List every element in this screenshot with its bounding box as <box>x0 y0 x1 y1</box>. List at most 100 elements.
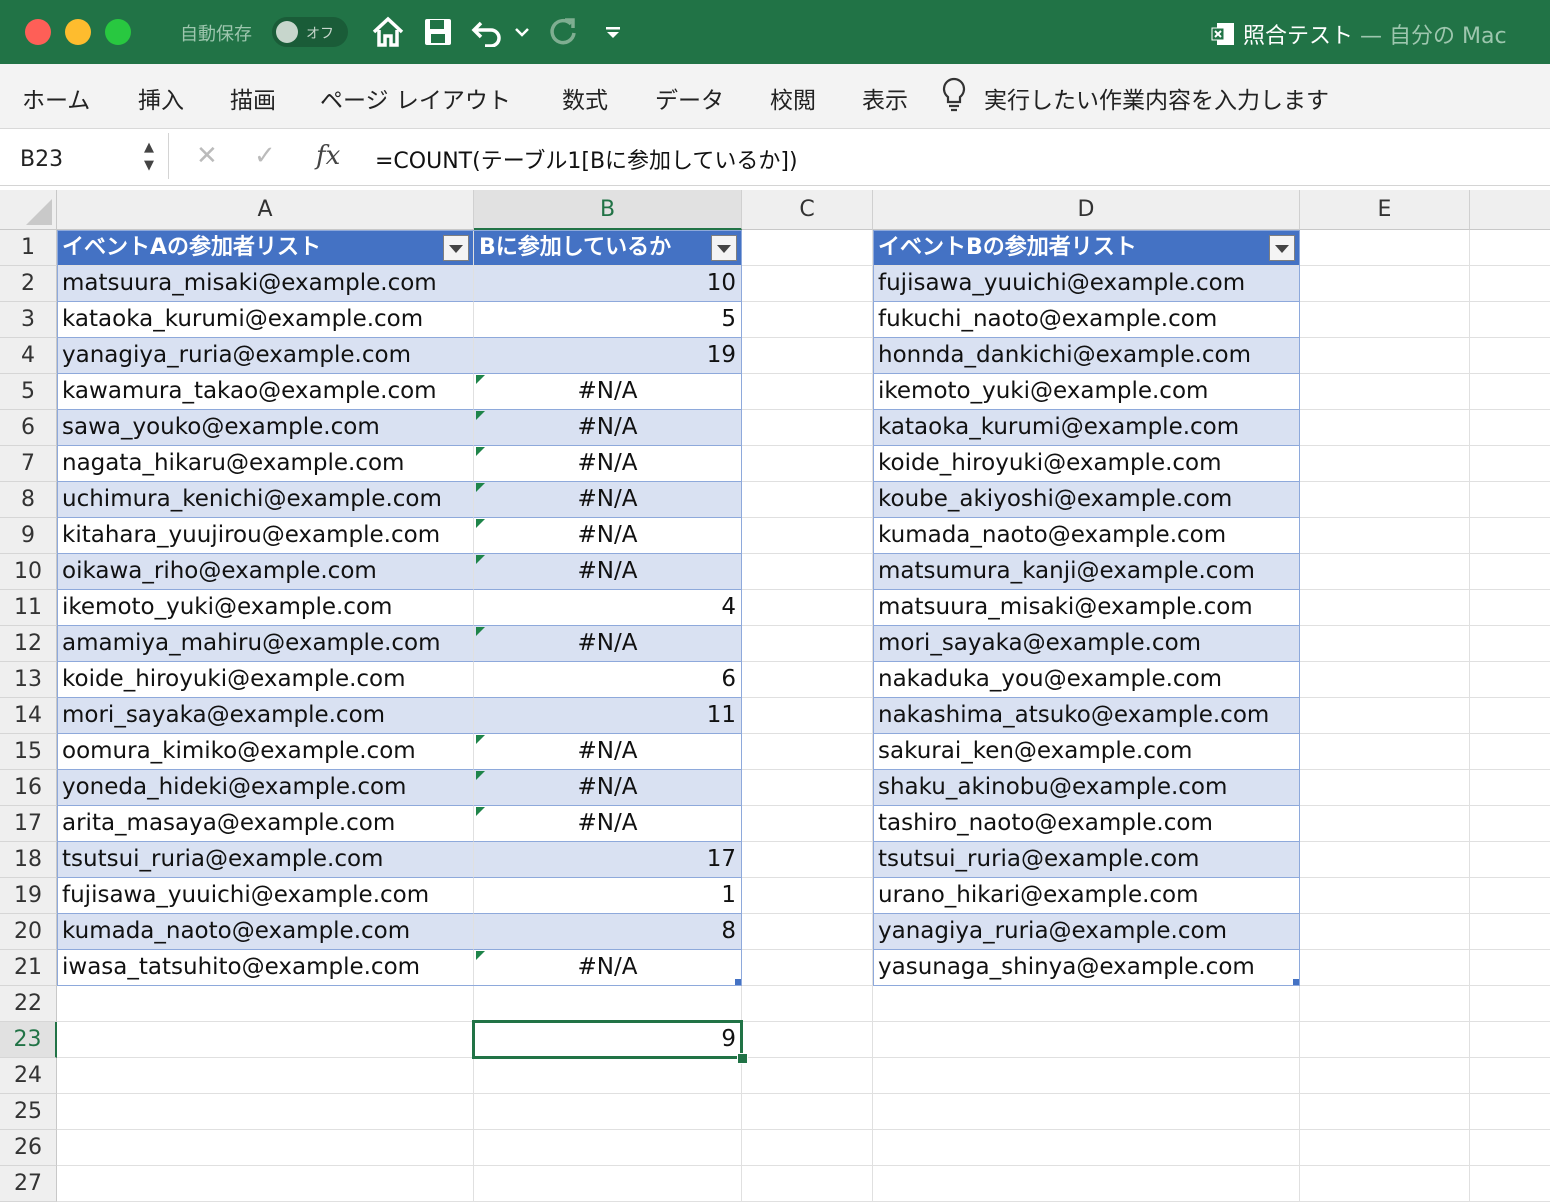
cell-e18[interactable] <box>1300 842 1470 878</box>
cell-e16[interactable] <box>1300 770 1470 806</box>
row-header-20[interactable]: 20 <box>0 914 57 950</box>
close-window-button[interactable] <box>25 19 51 45</box>
cell-e23[interactable] <box>1300 1022 1470 1058</box>
table-row-email[interactable]: koide_hiroyuki@example.com <box>873 446 1300 482</box>
table-row-email[interactable]: oomura_kimiko@example.com <box>57 734 474 770</box>
formula-input[interactable]: =COUNT(テーブル1[Bに参加しているか]) <box>375 143 798 175</box>
tab-draw[interactable]: 描画 <box>230 81 276 115</box>
table-row-email[interactable]: nagata_hikaru@example.com <box>57 446 474 482</box>
table-row-result[interactable]: #N/A <box>474 518 742 554</box>
table-row-result[interactable]: #N/A <box>474 482 742 518</box>
cell-e21[interactable] <box>1300 950 1470 986</box>
cell-e3[interactable] <box>1300 302 1470 338</box>
row-header-4[interactable]: 4 <box>0 338 57 374</box>
table-row-result[interactable]: #N/A <box>474 734 742 770</box>
name-box-stepper-icon[interactable]: ▲ ▼ <box>144 139 154 175</box>
table2-header[interactable]: イベントBの参加者リスト <box>873 230 1300 266</box>
cell-a24[interactable] <box>57 1058 474 1094</box>
table-row-result[interactable]: 19 <box>474 338 742 374</box>
cell-e14[interactable] <box>1300 698 1470 734</box>
row-header-25[interactable]: 25 <box>0 1094 57 1130</box>
table-row-email[interactable]: nakashima_atsuko@example.com <box>873 698 1300 734</box>
cell-c18[interactable] <box>742 842 873 878</box>
table-row-email[interactable]: matsuura_misaki@example.com <box>873 590 1300 626</box>
row-header-1[interactable]: 1 <box>0 230 57 266</box>
table-row-email[interactable]: sakurai_ken@example.com <box>873 734 1300 770</box>
undo-icon[interactable] <box>470 14 506 50</box>
cell-e25[interactable] <box>1300 1094 1470 1130</box>
cell-e9[interactable] <box>1300 518 1470 554</box>
table-row-email[interactable]: fujisawa_yuuichi@example.com <box>873 266 1300 302</box>
row-header-17[interactable]: 17 <box>0 806 57 842</box>
cell-b27[interactable] <box>474 1166 742 1202</box>
table-row-email[interactable]: kitahara_yuujirou@example.com <box>57 518 474 554</box>
cell-c10[interactable] <box>742 554 873 590</box>
cell-e17[interactable] <box>1300 806 1470 842</box>
cell-e15[interactable] <box>1300 734 1470 770</box>
cell-d23[interactable] <box>873 1022 1300 1058</box>
row-header-23[interactable]: 23 <box>0 1022 57 1058</box>
cell-c6[interactable] <box>742 410 873 446</box>
cell-d24[interactable] <box>873 1058 1300 1094</box>
table-row-email[interactable]: matsuura_misaki@example.com <box>57 266 474 302</box>
table-row-result[interactable]: #N/A <box>474 950 742 986</box>
cell-c26[interactable] <box>742 1130 873 1166</box>
table-row-email[interactable]: kumada_naoto@example.com <box>873 518 1300 554</box>
cell-d26[interactable] <box>873 1130 1300 1166</box>
tab-view[interactable]: 表示 <box>862 81 908 115</box>
table-row-email[interactable]: urano_hikari@example.com <box>873 878 1300 914</box>
table-row-result[interactable]: #N/A <box>474 806 742 842</box>
select-all-button[interactable] <box>0 190 57 230</box>
table2-resize-handle-icon[interactable] <box>1293 979 1299 985</box>
row-header-19[interactable]: 19 <box>0 878 57 914</box>
cell-c16[interactable] <box>742 770 873 806</box>
tab-page-layout[interactable]: ページ レイアウト <box>320 81 511 115</box>
table-row-email[interactable]: mori_sayaka@example.com <box>873 626 1300 662</box>
table-row-email[interactable]: yoneda_hideki@example.com <box>57 770 474 806</box>
column-header-c[interactable]: C <box>742 190 873 230</box>
row-header-9[interactable]: 9 <box>0 518 57 554</box>
spreadsheet-grid[interactable]: A B C D E 1 2 3 4 5 6 7 8 9 10 11 12 13 14 15 16 17 18 19 20 21 22… <box>0 190 1550 1203</box>
cell-b26[interactable] <box>474 1130 742 1166</box>
filter-dropdown-icon[interactable] <box>711 235 737 261</box>
filter-dropdown-icon[interactable] <box>1269 235 1295 261</box>
table-row-result[interactable]: #N/A <box>474 626 742 662</box>
table-row-email[interactable]: shaku_akinobu@example.com <box>873 770 1300 806</box>
tab-home[interactable]: ホーム <box>22 81 90 115</box>
table-row-email[interactable]: fukuchi_naoto@example.com <box>873 302 1300 338</box>
table-row-email[interactable]: yasunaga_shinya@example.com <box>873 950 1300 986</box>
table-row-email[interactable]: tashiro_naoto@example.com <box>873 806 1300 842</box>
cell-d25[interactable] <box>873 1094 1300 1130</box>
table-row-result[interactable]: #N/A <box>474 410 742 446</box>
table-row-email[interactable]: yanagiya_ruria@example.com <box>57 338 474 374</box>
table-row-result[interactable]: #N/A <box>474 374 742 410</box>
cell-e27[interactable] <box>1300 1166 1470 1202</box>
row-header-7[interactable]: 7 <box>0 446 57 482</box>
cell-c22[interactable] <box>742 986 873 1022</box>
cell-c24[interactable] <box>742 1058 873 1094</box>
cell-c15[interactable] <box>742 734 873 770</box>
table-row-email[interactable]: tsutsui_ruria@example.com <box>57 842 474 878</box>
cell-b22[interactable] <box>474 986 742 1022</box>
table-row-email[interactable]: koide_hiroyuki@example.com <box>57 662 474 698</box>
table-row-email[interactable]: tsutsui_ruria@example.com <box>873 842 1300 878</box>
cell-d27[interactable] <box>873 1166 1300 1202</box>
cell-e19[interactable] <box>1300 878 1470 914</box>
table-row-result[interactable]: 5 <box>474 302 742 338</box>
row-header-2[interactable]: 2 <box>0 266 57 302</box>
table-row-result[interactable]: 1 <box>474 878 742 914</box>
column-header-e[interactable]: E <box>1300 190 1470 230</box>
confirm-formula-icon[interactable]: ✓ <box>254 141 276 171</box>
cell-c7[interactable] <box>742 446 873 482</box>
table-row-email[interactable]: oikawa_riho@example.com <box>57 554 474 590</box>
table-row-email[interactable]: mori_sayaka@example.com <box>57 698 474 734</box>
cell-e7[interactable] <box>1300 446 1470 482</box>
cell-e6[interactable] <box>1300 410 1470 446</box>
zoom-window-button[interactable] <box>105 19 131 45</box>
error-indicator-icon[interactable] <box>476 735 485 744</box>
table-row-result[interactable]: 11 <box>474 698 742 734</box>
error-indicator-icon[interactable] <box>476 483 485 492</box>
cell-e26[interactable] <box>1300 1130 1470 1166</box>
cell-c12[interactable] <box>742 626 873 662</box>
table-row-email[interactable]: sawa_youko@example.com <box>57 410 474 446</box>
